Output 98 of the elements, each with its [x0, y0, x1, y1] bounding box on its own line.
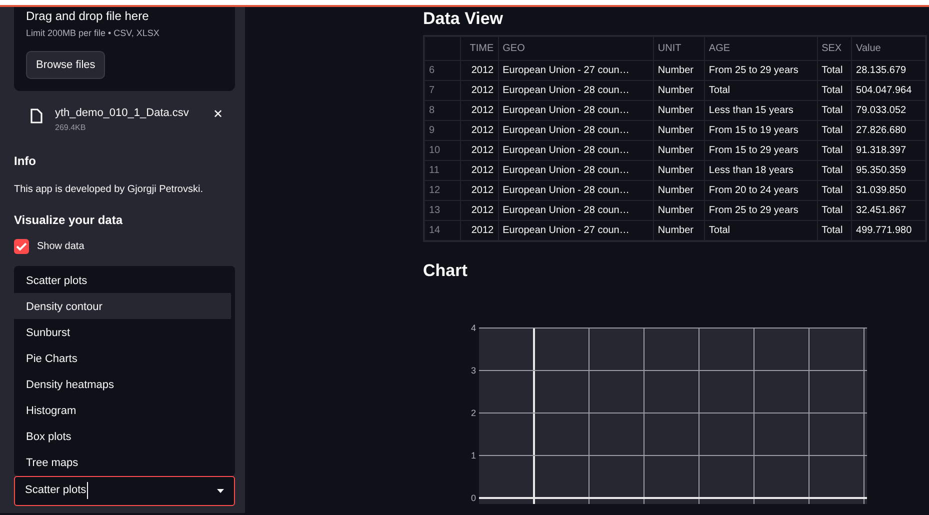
table-cell: 79.033.052: [852, 100, 926, 121]
table-cell: Total: [704, 220, 818, 241]
dropdown-option[interactable]: Tree maps: [14, 448, 235, 474]
table-cell: Number: [653, 120, 704, 141]
row-index: 13: [424, 200, 460, 221]
checkbox-label: Show data: [37, 240, 84, 254]
table-cell: Total: [817, 200, 852, 221]
table-cell: From 15 to 29 years: [704, 140, 818, 161]
table-cell: Total: [817, 100, 852, 121]
table-cell: Number: [653, 60, 704, 81]
table-cell: From 20 to 24 years: [704, 180, 818, 201]
table-cell: Total: [817, 160, 852, 181]
row-index: 6: [424, 60, 460, 81]
table-cell: From 25 to 29 years: [704, 200, 818, 221]
table-cell: Less than 18 years: [704, 160, 818, 181]
axis-tick-label: 2: [470, 408, 476, 418]
checkbox[interactable]: [14, 238, 29, 254]
table-cell: Total: [817, 220, 852, 241]
dropdown-option[interactable]: Density contour: [14, 292, 231, 318]
file-size: 269.4KB: [55, 122, 87, 134]
table-cell: European Union - 27 coun…: [498, 60, 654, 81]
row-index: 14: [424, 220, 460, 241]
table-cell: From 15 to 19 years: [704, 120, 818, 141]
table-cell: European Union - 27 coun…: [498, 220, 654, 241]
column-header: UNIT: [653, 36, 704, 61]
table-cell: 2012: [460, 60, 498, 81]
table-cell: 2012: [460, 220, 498, 241]
caret-icon: [217, 488, 224, 492]
axis-tick-label: 0: [470, 492, 476, 503]
column-header: TIME: [460, 36, 498, 61]
table-cell: Number: [653, 100, 704, 121]
table-cell: Total: [704, 80, 818, 101]
select-field[interactable]: Scatter plots: [14, 476, 235, 506]
row-index: 9: [424, 120, 460, 141]
column-header: GEO: [498, 36, 654, 61]
table-cell: European Union - 28 coun…: [498, 200, 654, 221]
row-index: 11: [424, 160, 460, 181]
table-cell: Number: [653, 200, 704, 221]
section-heading: Info: [14, 152, 37, 170]
upload-limit-text: Limit 200MB per file • CSV, XLSX: [26, 27, 160, 40]
file-icon: [30, 108, 43, 124]
dropdown-option[interactable]: Density heatmaps: [14, 370, 235, 396]
browse-files-button[interactable]: Browse files: [26, 50, 106, 79]
column-header: SEX: [817, 36, 852, 61]
row-index: 10: [424, 140, 460, 161]
table-cell: 2012: [460, 140, 498, 161]
column-header: Value: [852, 36, 926, 61]
section-heading: Visualize your data: [14, 212, 124, 228]
axis-tick-label: 4: [470, 324, 476, 333]
table-cell: 95.350.359: [852, 160, 926, 181]
table-cell: From 25 to 29 years: [704, 60, 818, 81]
info-text: This app is developed by Gjorgji Petrovski.: [14, 182, 204, 196]
section-title: Chart: [423, 260, 468, 282]
dropdown-option[interactable]: Sunburst: [14, 318, 235, 344]
table-cell: European Union - 28 coun…: [498, 180, 654, 201]
table-cell: Number: [653, 160, 704, 181]
table-cell: 2012: [460, 180, 498, 201]
row-index: 12: [424, 180, 460, 201]
table-cell: Less than 15 years: [704, 100, 818, 121]
axis-tick-label: 1: [470, 450, 476, 460]
table-cell: 28.135.679: [852, 60, 926, 81]
dropdown-option[interactable]: Box plots: [14, 422, 235, 448]
table-cell: 2012: [460, 200, 498, 221]
table-cell: 32.451.867: [852, 200, 926, 221]
table-cell: 2012: [460, 160, 498, 181]
table-cell: Total: [817, 60, 852, 81]
table-cell: 504.047.964: [852, 80, 926, 101]
table-cell: 2012: [460, 120, 498, 141]
table-cell: 31.039.850: [852, 180, 926, 201]
dropdown-option[interactable]: Pie Charts: [14, 344, 235, 370]
dropzone-title: Drag and drop file here: [26, 8, 150, 25]
table-cell: Total: [817, 180, 852, 201]
column-header: AGE: [704, 36, 818, 61]
table-cell: 2012: [460, 80, 498, 101]
table-cell: Number: [653, 180, 704, 201]
table-cell: Total: [817, 80, 852, 101]
table-cell: European Union - 28 coun…: [498, 120, 654, 141]
table-cell: European Union - 28 coun…: [498, 100, 654, 121]
table-cell: 91.318.397: [852, 140, 926, 161]
row-index: 8: [424, 100, 460, 121]
close-button[interactable]: ✕: [213, 105, 223, 123]
table-cell: Total: [817, 120, 852, 141]
table-cell: Number: [653, 140, 704, 161]
table-cell: European Union - 28 coun…: [498, 80, 654, 101]
table-cell: European Union - 28 coun…: [498, 160, 654, 181]
dropdown-option[interactable]: Histogram: [14, 396, 235, 422]
section-title: Data View: [423, 9, 504, 30]
table-cell: 499.771.980: [852, 220, 926, 241]
table-cell: 27.826.680: [852, 120, 926, 141]
table-cell: Number: [653, 220, 704, 241]
table-cell: 2012: [460, 100, 498, 121]
dropdown-option[interactable]: Scatter plots: [14, 266, 235, 292]
table-cell: Total: [817, 140, 852, 161]
axis-tick-label: 3: [470, 365, 476, 376]
table-cell: European Union - 28 coun…: [498, 140, 654, 161]
table-cell: Number: [653, 80, 704, 101]
file-name: yth_demo_010_1_Data.csv: [55, 106, 189, 121]
row-index: 7: [424, 80, 460, 101]
